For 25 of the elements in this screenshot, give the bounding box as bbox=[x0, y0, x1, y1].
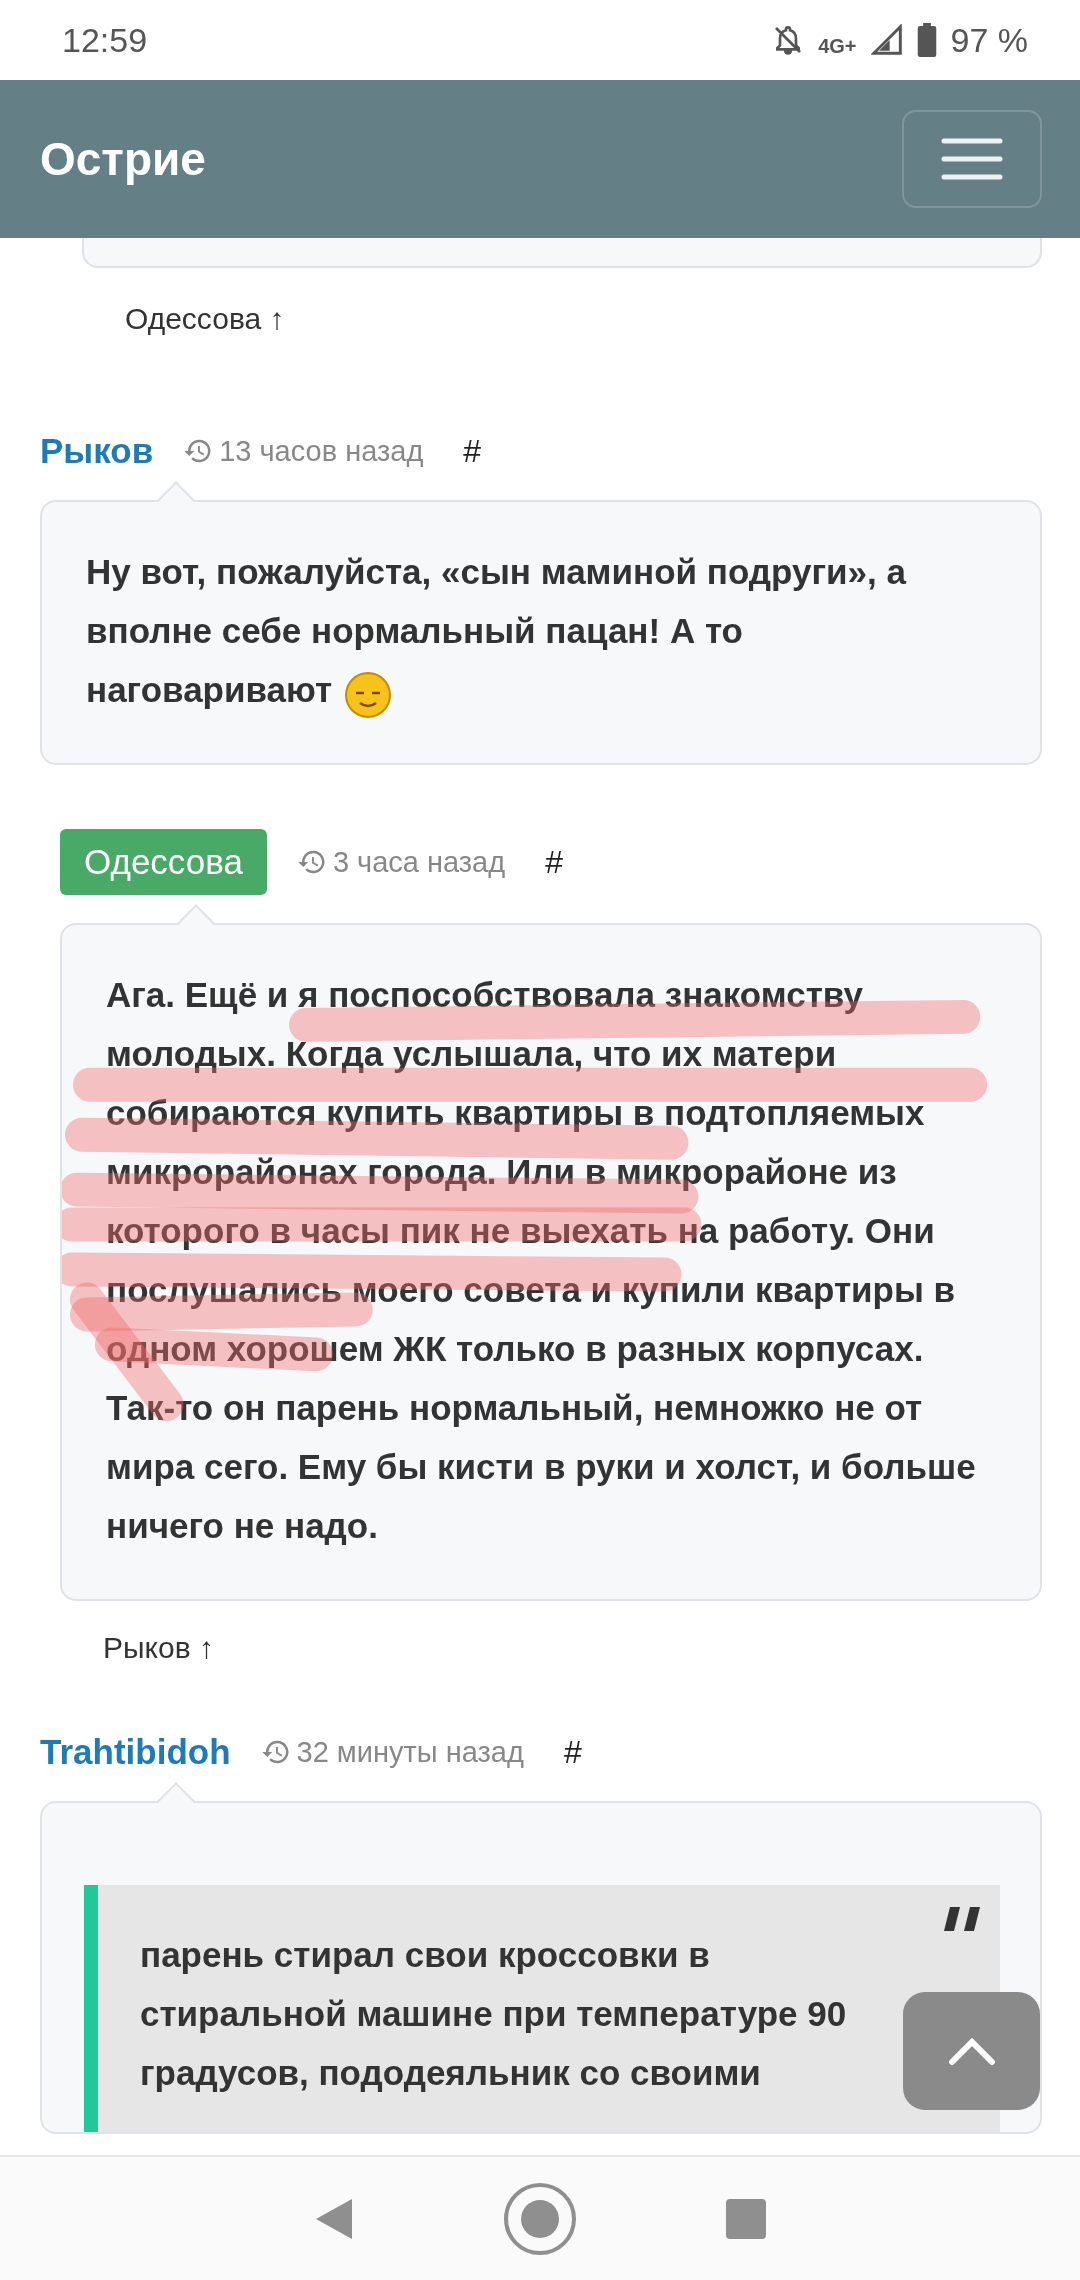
comment-text: парень стирал свои кроссовки в стиральной машине при температуре 90 градусов, пододеяльник со своими bbox=[140, 1934, 848, 2094]
back-button[interactable] bbox=[314, 2196, 355, 2241]
author-link[interactable]: Рыков bbox=[40, 431, 154, 471]
permalink[interactable]: # bbox=[545, 843, 563, 881]
permalink[interactable]: # bbox=[463, 432, 482, 470]
site-title: Острие bbox=[40, 132, 206, 186]
reply-link[interactable]: Одессова ↑ bbox=[125, 302, 285, 336]
scroll-to-top-button[interactable] bbox=[903, 1992, 1040, 2110]
signal-icon bbox=[870, 24, 903, 56]
recents-button[interactable] bbox=[725, 2198, 766, 2239]
status-time: 12:59 bbox=[62, 20, 149, 60]
author-link[interactable]: Trahtibidoh bbox=[40, 1732, 231, 1772]
permalink[interactable]: # bbox=[563, 1733, 582, 1771]
battery-level: 97 % bbox=[950, 20, 1028, 60]
comment-text: Ну вот, пожалуйста, «сын маминой подруги», а вполне себе нормальный пацан! А то наговаривают bbox=[86, 542, 998, 719]
comment-time: 3 часа назад bbox=[332, 845, 506, 879]
comment-time: 32 минуты назад bbox=[296, 1735, 524, 1769]
network-type: 4G+ bbox=[818, 34, 857, 58]
home-button[interactable] bbox=[503, 2181, 577, 2256]
menu-button[interactable] bbox=[902, 110, 1042, 208]
battery-icon bbox=[916, 23, 937, 57]
comment-text: Ага. Ещё и я поспособствовала знакомству молодых. Когда услышала, что их матери собираются купить квартиры в подтопляемых микрорайонах города. Или в микрорайоне из которого в часы пик не выехать на работу. Они послушались моего совета и купили квартиры в одном хорошем ЖК только в разных корпусах. Так-то он парень нормальный, немножко не от мира сего. Ему бы кисти в руки и холст, и больше ничего не надо. bbox=[106, 974, 977, 1547]
reply-link[interactable]: Рыков ↑ bbox=[103, 1631, 214, 1665]
chevron-up-icon bbox=[947, 2036, 996, 2066]
comment-time: 13 часов назад bbox=[219, 434, 424, 468]
